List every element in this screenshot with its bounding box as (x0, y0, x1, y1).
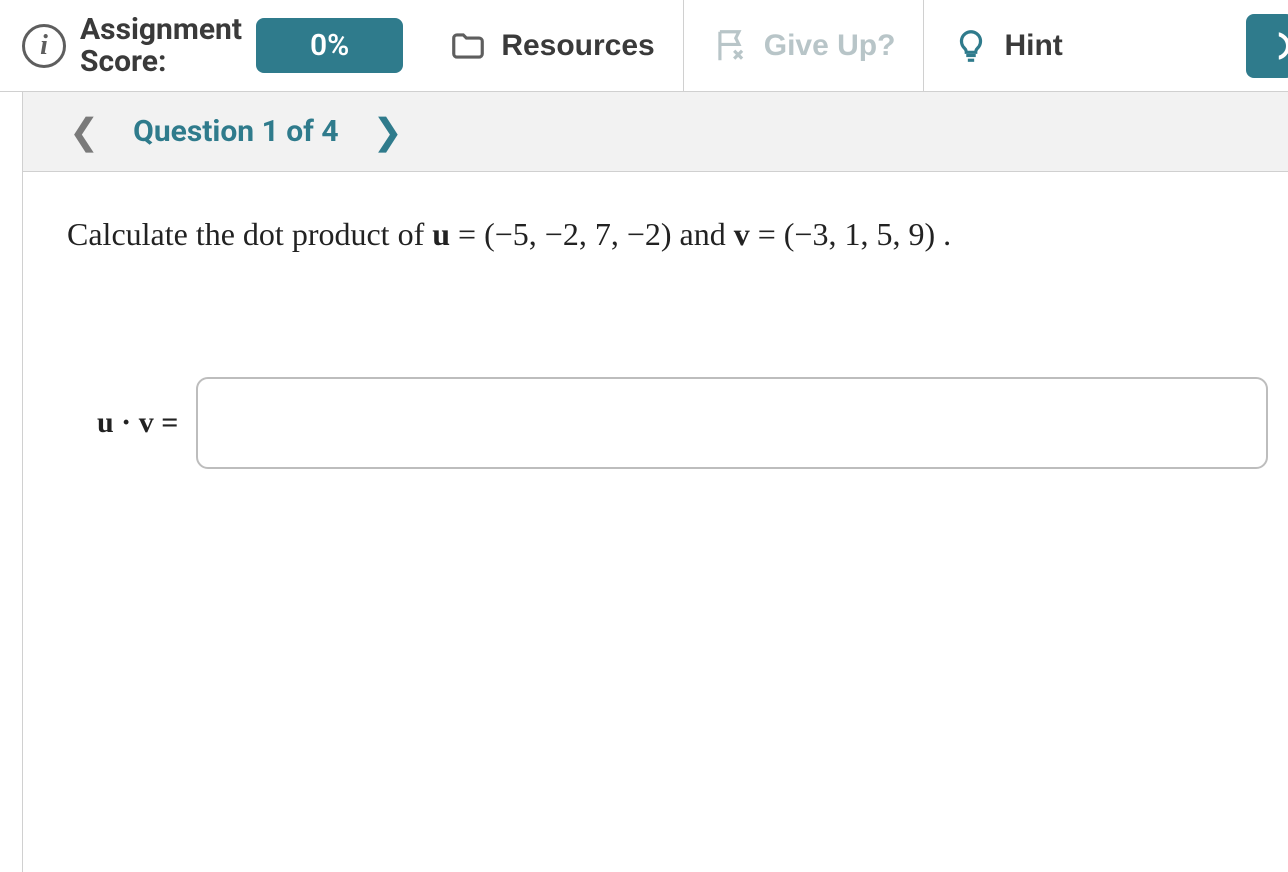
prev-question-button[interactable]: ❮ (63, 111, 105, 153)
question-counter: Question 1 of 4 (133, 114, 338, 149)
answer-label: u · v = (97, 406, 178, 440)
answer-row: u · v = (67, 377, 1268, 469)
giveup-label: Give Up? (764, 29, 896, 63)
info-icon[interactable]: i (22, 24, 66, 68)
body-wrap: ❮ Question 1 of 4 ❯ Calculate the dot pr… (0, 92, 1288, 872)
score-section: i Assignment Score: 0% (22, 0, 421, 91)
answer-input[interactable] (196, 377, 1268, 469)
hint-button[interactable]: Hint (942, 27, 1072, 65)
next-question-button[interactable]: ❯ (367, 111, 409, 153)
giveup-section: Give Up? (684, 0, 925, 91)
folder-icon (449, 27, 487, 65)
giveup-button: Give Up? (702, 27, 906, 65)
circle-icon (1262, 32, 1288, 60)
question-prompt: Calculate the dot product of u = (−5, −2… (67, 212, 1268, 257)
partial-right-button[interactable] (1246, 14, 1288, 78)
hint-label: Hint (1004, 29, 1062, 63)
left-divider (22, 92, 23, 872)
top-toolbar: i Assignment Score: 0% Resources Give Up… (0, 0, 1288, 92)
question-content: Calculate the dot product of u = (−5, −2… (23, 172, 1288, 469)
flag-x-icon (712, 27, 750, 65)
resources-button[interactable]: Resources (439, 27, 664, 65)
resources-label: Resources (501, 29, 654, 63)
question-nav: ❮ Question 1 of 4 ❯ (23, 92, 1288, 172)
hint-section: Hint (924, 0, 1090, 91)
score-badge: 0% (256, 18, 403, 73)
resources-section: Resources (421, 0, 683, 91)
assignment-score-label: Assignment Score: (80, 14, 242, 77)
lightbulb-icon (952, 27, 990, 65)
